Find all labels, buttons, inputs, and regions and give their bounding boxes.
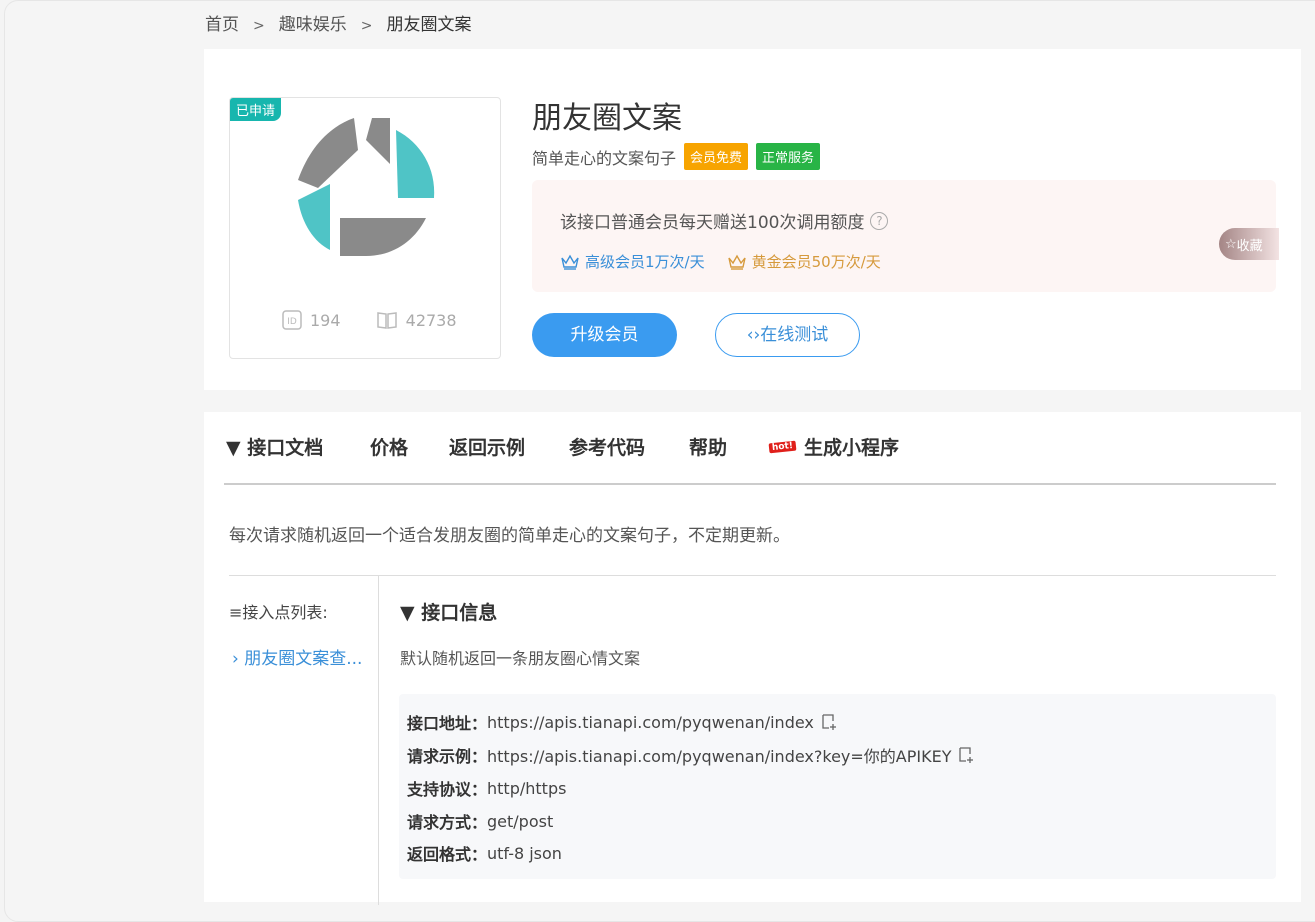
api-id-value: 194 [310,310,341,330]
crown-icon [727,254,746,270]
tab-label: ▼ 接口文档 [226,437,324,459]
quota-panel: 该接口普通会员每天赠送100次调用额度 ? 高级会员1万次/天 黄金会员50万次… [532,180,1276,292]
api-description: 每次请求随机返回一个适合发朋友圈的简单走心的文案句子，不定期更新。 [229,526,790,546]
endpoint-label: 朋友圈文案查... [244,649,363,669]
tab-label: 生成小程序 [804,437,900,459]
book-icon [376,312,397,329]
info-section-title: ▼ 接口信息 [400,602,498,624]
quota-text: 该接口普通会员每天赠送100次调用额度 [560,213,865,233]
info-row-request-example: 请求示例： https://apis.tianapi.com/pyqwenan/i… [407,743,975,767]
breadcrumb-home[interactable]: 首页 [205,10,239,35]
api-header-card: 已申请 ID 194 42738 朋友圈文案 简单走心的文案句子 会员免费 正常… [204,49,1301,390]
endpoint-list-title: ≡接入点列表: [229,603,328,622]
svg-text:ID: ID [287,317,297,327]
doc-tabs: ▼ 接口文档 价格 返回示例 参考代码 帮助 hot! 生成小程序 [224,433,1276,485]
info-box: 接口地址： https://apis.tianapi.com/pyqwenan/i… [399,694,1276,879]
breadcrumb-separator: > [253,18,265,34]
service-status-badge: 正常服务 [756,143,821,170]
row-label: 接口地址： [407,714,488,733]
tier-senior[interactable]: 高级会员1万次/天 [560,251,705,272]
copy-icon[interactable] [820,713,838,731]
divider [229,575,1276,576]
favorite-button[interactable]: ☆ 收藏 [1219,228,1279,260]
row-value: utf-8 json [487,843,562,863]
member-free-badge: 会员免费 [684,143,749,170]
api-logo-icon [298,118,435,256]
breadcrumb: 首页 > 趣味娱乐 > 朋友圈文案 [205,10,471,35]
tier-gold[interactable]: 黄金会员50万次/天 [727,251,881,272]
api-docs-card: ▼ 接口文档 价格 返回示例 参考代码 帮助 hot! 生成小程序 每次请求随机返… [204,412,1301,905]
api-stats: ID 194 42738 [282,310,487,334]
api-logo-box: 已申请 ID 194 42738 [229,97,501,359]
copy-icon[interactable] [957,746,975,764]
code-icon: ‹› [746,325,761,345]
row-value: get/post [487,811,554,831]
applied-badge: 已申请 [230,98,282,121]
quota-info: 该接口普通会员每天赠送100次调用额度 ? [560,208,889,233]
tab-return-example[interactable]: 返回示例 [449,433,525,460]
online-test-button[interactable]: ‹›在线测试 [715,313,860,357]
online-test-label: 在线测试 [760,325,829,345]
breadcrumb-category[interactable]: 趣味娱乐 [279,10,347,35]
tab-label: 价格 [370,437,409,459]
row-label: 支持协议： [407,780,488,799]
info-row-format: 返回格式： utf-8 json [407,841,562,865]
tab-reference-code[interactable]: 参考代码 [569,433,645,460]
hot-badge: hot! [768,440,797,453]
member-tiers: 高级会员1万次/天 黄金会员50万次/天 [560,251,903,272]
star-icon: ☆ [1225,236,1237,252]
tab-label: 参考代码 [569,437,646,459]
info-row-method: 请求方式： get/post [407,809,553,833]
breadcrumb-current: 朋友圈文案 [386,15,472,35]
row-value: https://apis.tianapi.com/pyqwenan/index?… [487,747,952,766]
api-views-stat: 42738 [376,310,457,330]
favorite-label: 收藏 [1236,238,1263,254]
breadcrumb-separator: > [360,18,373,34]
page-title: 朋友圈文案 [532,101,682,136]
endpoint-list-item[interactable]: › 朋友圈文案查... [232,644,362,669]
tab-label: 帮助 [689,437,728,459]
api-subtitle: 简单走心的文案句子 [532,148,677,168]
info-description: 默认随机返回一条朋友圈心情文案 [400,649,641,668]
crown-icon [561,254,579,270]
tab-label: 返回示例 [449,437,526,459]
api-subtitle-line: 简单走心的文案句子 会员免费 正常服务 [532,143,821,170]
tab-help[interactable]: 帮助 [689,433,727,460]
row-label: 请求方式： [407,813,488,832]
tier-gold-label: 黄金会员50万次/天 [751,253,881,271]
id-icon: ID [282,310,302,330]
row-label: 返回格式： [407,845,488,864]
info-row-endpoint: 接口地址： https://apis.tianapi.com/pyqwenan/i… [407,710,838,734]
upgrade-member-button[interactable]: 升级会员 [532,313,677,357]
tab-mini-program[interactable]: hot! 生成小程序 [768,433,900,460]
api-id-stat: ID 194 [282,310,341,330]
row-label: 请求示例： [407,747,488,766]
tab-api-docs[interactable]: ▼ 接口文档 [226,433,323,460]
info-row-protocol: 支持协议： http/https [407,776,566,800]
help-icon[interactable]: ? [870,211,889,230]
tier-senior-label: 高级会员1万次/天 [585,253,705,271]
api-views-value: 42738 [405,310,457,330]
tab-price[interactable]: 价格 [370,433,408,460]
chevron-right-icon: › [232,649,239,669]
sidebar-divider [378,575,379,905]
row-value: http/https [487,778,567,798]
row-value: https://apis.tianapi.com/pyqwenan/index [487,712,814,732]
